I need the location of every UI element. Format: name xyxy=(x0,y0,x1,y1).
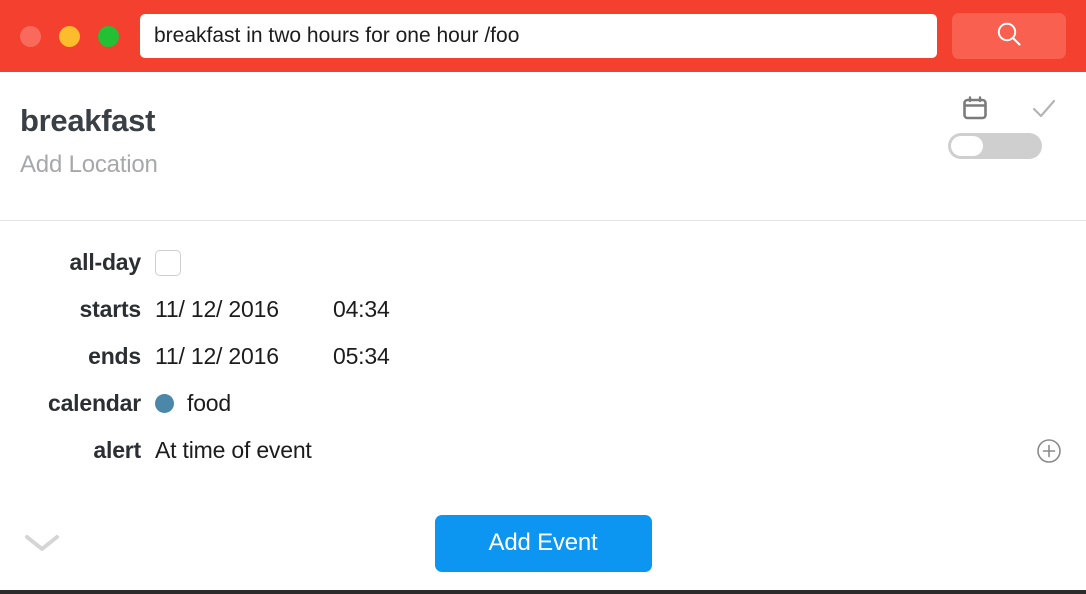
chevron-down-icon[interactable] xyxy=(24,532,60,554)
header-actions xyxy=(948,94,1064,159)
search-input[interactable] xyxy=(140,14,937,58)
row-starts: starts 11/ 12/ 2016 04:34 xyxy=(0,286,1086,333)
footer: Add Event xyxy=(0,500,1086,586)
row-all-day: all-day xyxy=(0,239,1086,286)
event-header: breakfast Add Location xyxy=(0,72,1086,221)
starts-label: starts xyxy=(79,296,142,322)
title-bar xyxy=(0,0,1086,72)
row-alert: alert At time of event xyxy=(0,427,1086,474)
event-title: breakfast xyxy=(20,103,156,138)
close-window-button[interactable] xyxy=(20,25,41,47)
starts-date-field[interactable]: 11/ 12/ 2016 xyxy=(155,296,333,323)
ends-label: ends xyxy=(88,343,141,369)
alert-label: alert xyxy=(93,437,141,463)
calendar-icon[interactable] xyxy=(960,94,990,129)
starts-time-field[interactable]: 04:34 xyxy=(333,296,390,323)
all-day-checkbox[interactable] xyxy=(155,249,181,276)
event-location-field[interactable]: Add Location xyxy=(20,151,1086,179)
calendar-label: calendar xyxy=(47,390,141,416)
toggle-knob xyxy=(951,136,983,156)
plus-circle-icon[interactable] xyxy=(1036,438,1062,464)
app-window: breakfast Add Location xyxy=(0,0,1086,594)
all-day-label: all-day xyxy=(69,249,142,275)
add-event-button[interactable]: Add Event xyxy=(434,514,652,572)
alert-select[interactable]: At time of event xyxy=(155,437,312,464)
ends-date-field[interactable]: 11/ 12/ 2016 xyxy=(155,343,333,370)
ends-time-field[interactable]: 05:34 xyxy=(333,343,390,370)
maximize-window-button[interactable] xyxy=(98,25,119,47)
search-button[interactable] xyxy=(952,13,1066,59)
event-details: all-day starts 11/ 12/ 2016 04:34 ends 1… xyxy=(0,221,1086,474)
row-ends: ends 11/ 12/ 2016 05:34 xyxy=(0,333,1086,380)
header-icon-group xyxy=(948,94,1064,128)
traffic-lights xyxy=(20,25,119,47)
calendar-color-dot xyxy=(155,394,174,413)
minimize-window-button[interactable] xyxy=(59,25,80,47)
calendar-select[interactable]: food xyxy=(187,390,231,417)
event-type-toggle[interactable] xyxy=(948,133,1042,159)
check-icon[interactable] xyxy=(1030,95,1058,128)
row-calendar: calendar food xyxy=(0,380,1086,427)
search-icon xyxy=(994,19,1024,54)
